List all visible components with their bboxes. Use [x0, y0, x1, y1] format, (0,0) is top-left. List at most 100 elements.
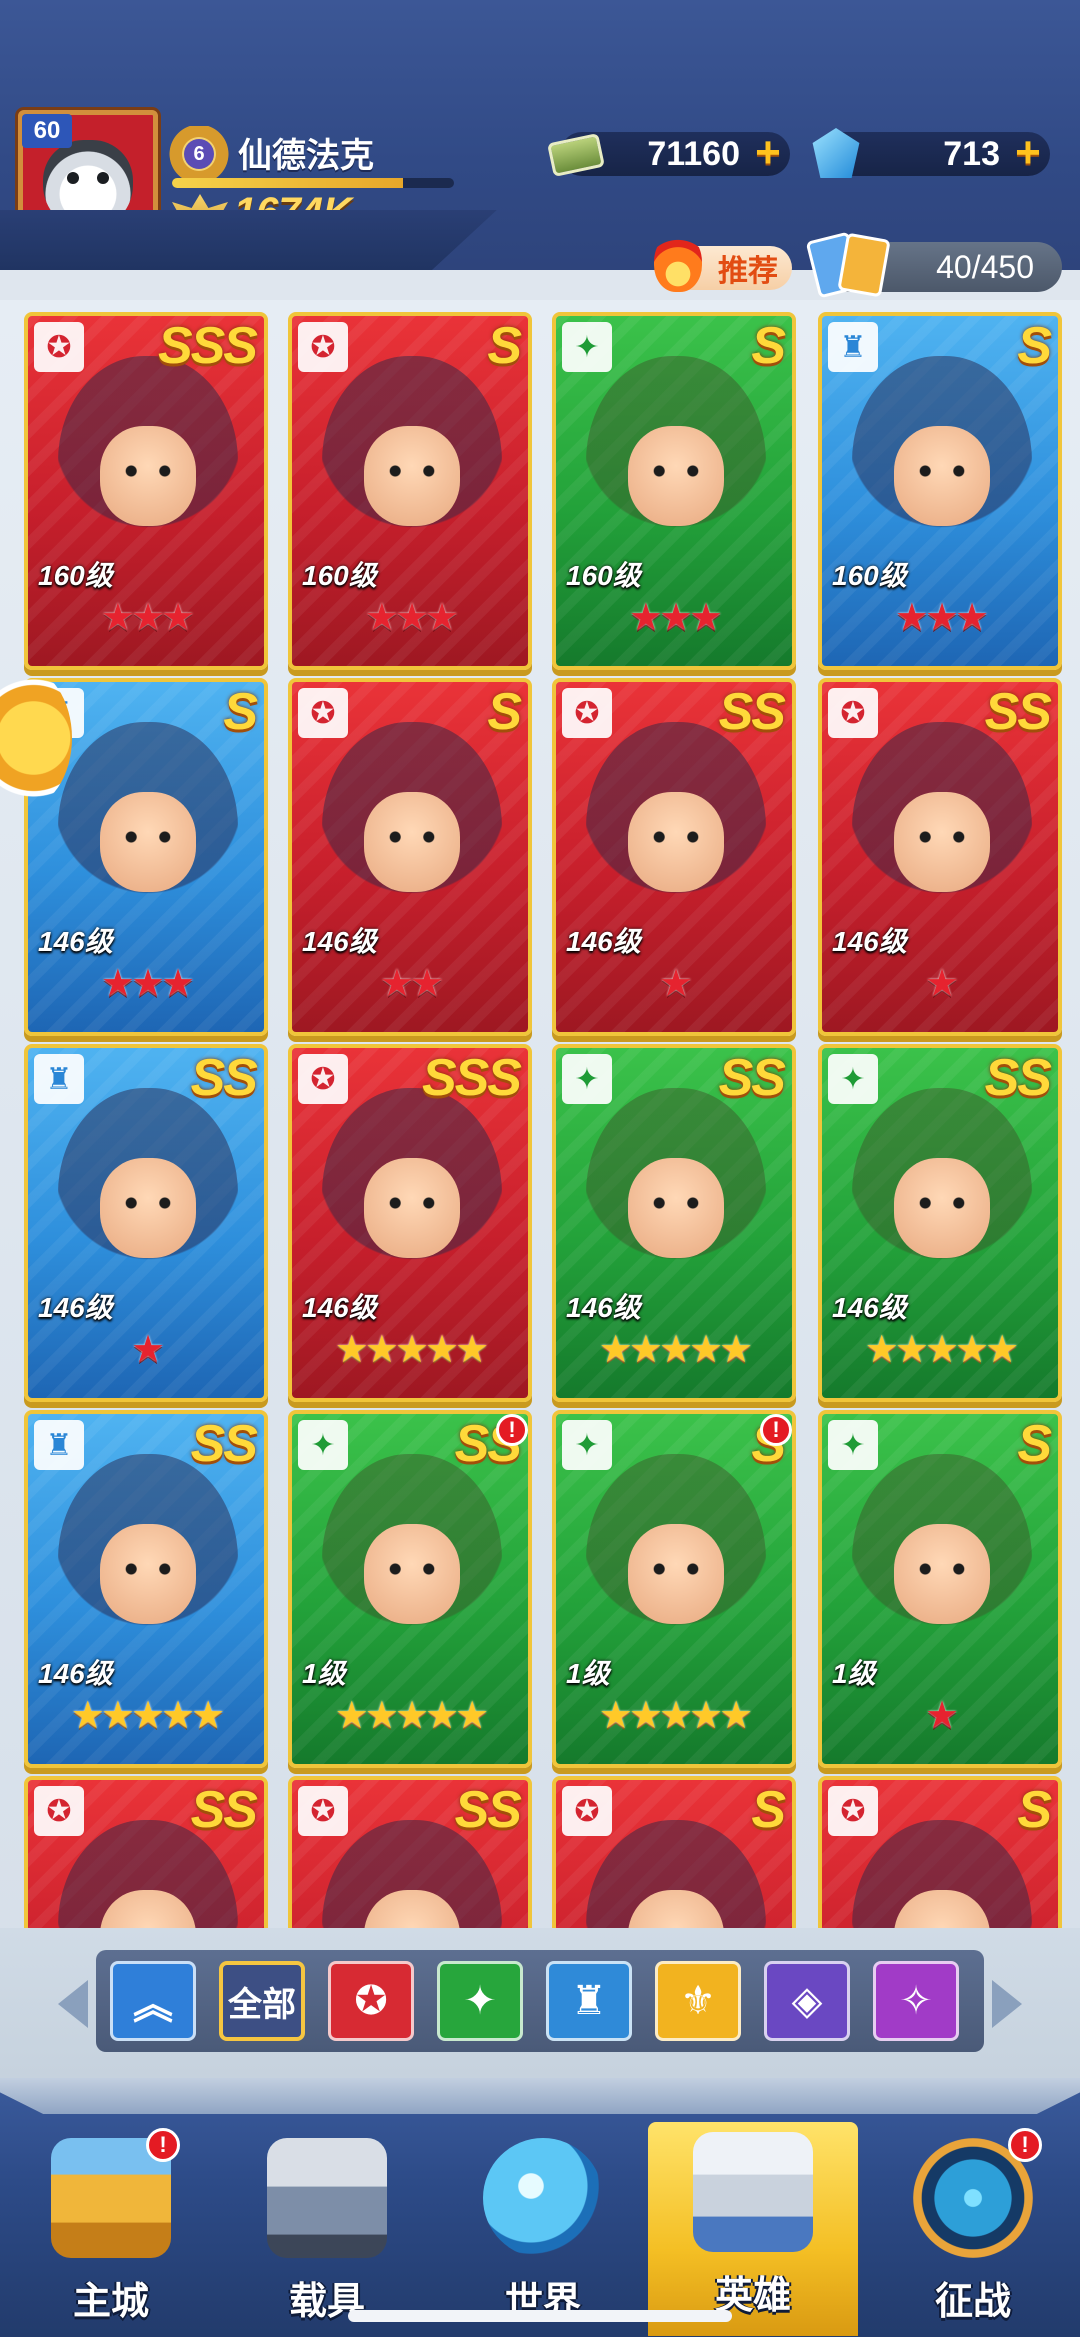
rarity-badge: SS [984, 683, 1052, 741]
star-rating: ★★★★★ [556, 1696, 792, 1736]
star-icon: ★ [425, 1329, 459, 1371]
hero-level: 160级 [566, 560, 641, 591]
hero-card[interactable]: ✪ SS 146级 ★ [552, 678, 796, 1036]
star-icon: ★ [410, 963, 444, 1005]
green-faction-icon: ✦ [298, 1420, 348, 1470]
nav-hero[interactable]: 英雄 [648, 2122, 858, 2336]
hero-level: 160级 [38, 560, 113, 591]
hero-card[interactable]: ✪ S [818, 1776, 1062, 1930]
power-crown-icon [172, 194, 228, 234]
star-icon: ★ [864, 1329, 899, 1371]
xp-progress-fill [172, 178, 404, 188]
hero-card[interactable]: ✦ SS 146级 ★★★★★ [552, 1044, 796, 1402]
star-icon: ★ [70, 1695, 105, 1737]
blue-faction-icon: ♜ [828, 322, 878, 372]
star-icon: ★ [598, 1329, 633, 1371]
star-icon: ★ [191, 1695, 225, 1737]
star-icon: ★ [394, 1695, 429, 1737]
nav-vehicle[interactable]: 载具 [222, 2128, 432, 2328]
star-rating: ★★★★★ [292, 1696, 528, 1736]
bottom-navigation: 主城! 载具 世界 英雄 征战! [0, 2078, 1080, 2337]
rarity-badge: S [1017, 1781, 1052, 1839]
filter-rank-button[interactable]: ︽ [110, 1961, 196, 2041]
gem-amount: 713 [943, 134, 1000, 173]
filter-gold-button[interactable]: ⚜ [655, 1961, 741, 2041]
scroll-left-arrow-icon[interactable] [58, 1980, 88, 2028]
filter-green-button[interactable]: ✦ [437, 1961, 523, 2041]
hero-card[interactable]: ✪ S [552, 1776, 796, 1930]
hero-card[interactable]: ✪ SS [288, 1776, 532, 1930]
red-faction-icon: ✪ [298, 688, 348, 738]
nav-world[interactable]: 世界 [438, 2128, 648, 2328]
star-icon: ★ [130, 597, 165, 639]
hero-level: 146级 [38, 1658, 113, 1689]
cash-icon [547, 132, 605, 178]
star-icon: ★ [598, 1695, 633, 1737]
star-icon: ★ [689, 597, 723, 639]
hero-card[interactable]: ✪ S 146级 ★★ [288, 678, 532, 1036]
add-gem-button[interactable]: + [1010, 131, 1046, 175]
rarity-badge: SS [454, 1781, 522, 1839]
filter-blue-button[interactable]: ♜ [546, 1961, 632, 2041]
hero-card[interactable]: ✪ S 160级 ★★★ [288, 312, 532, 670]
top-header: 60 6 仙德法克 1674K 71160 + 713 + [0, 0, 1080, 270]
hero-card[interactable]: ✪ SS [24, 1776, 268, 1930]
star-icon: ★ [161, 1695, 195, 1737]
hero-level: 146级 [832, 926, 907, 957]
nav-main-city[interactable]: 主城! [6, 2128, 216, 2328]
hero-level: 1级 [566, 1658, 610, 1689]
nav-campaign[interactable]: 征战! [868, 2128, 1078, 2328]
star-icon: ★ [628, 1329, 663, 1371]
hero-level: 146级 [302, 1292, 377, 1323]
avatar-level-badge: 60 [22, 114, 72, 148]
star-icon: ★ [924, 597, 959, 639]
hero-card[interactable]: ✪ SSS 146级 ★★★★★ [288, 1044, 532, 1402]
mech-icon [267, 2138, 387, 2258]
hero-card[interactable]: ♜ SS 146级 ★★★★★ [24, 1410, 268, 1768]
hero-portrait-icon [852, 356, 1032, 576]
recommend-button[interactable]: 推荐 [654, 232, 792, 292]
hero-card[interactable]: ✦ S 1级 ★ [818, 1410, 1062, 1768]
hero-card[interactable]: ✦ SS 1级 ★★★★★! [288, 1410, 532, 1768]
hero-level: 146级 [38, 1292, 113, 1323]
hero-level: 160级 [832, 560, 907, 591]
hero-card[interactable]: ✦S1级★★★★★! [552, 1410, 796, 1768]
filter-all-button[interactable]: 全部 [219, 1961, 305, 2041]
hero-card[interactable]: ✦ SS 146级 ★★★★★ [818, 1044, 1062, 1402]
hero-portrait-icon [322, 356, 502, 576]
filter-track: ︽ 全部 ✪ ✦ ♜ ⚜ ◈ ✧ [96, 1950, 984, 2052]
star-icon: ★ [628, 597, 663, 639]
alert-badge-icon: ! [146, 2128, 180, 2162]
rank-number: 6 [184, 139, 214, 169]
hero-card[interactable]: ✪ SSS 160级 ★★★ [24, 312, 268, 670]
scroll-right-arrow-icon[interactable] [992, 1980, 1022, 2028]
filter-red-button[interactable]: ✪ [328, 1961, 414, 2041]
star-rating: ★★★★★ [556, 1330, 792, 1370]
add-cash-button[interactable]: + [750, 131, 786, 175]
bulldog-avatar-icon [43, 140, 133, 230]
green-faction-icon: ✦ [562, 1054, 612, 1104]
gem-icon [812, 128, 860, 178]
hero-card[interactable]: ✦ S 160级 ★★★ [552, 312, 796, 670]
green-faction-icon: ✦ [463, 1979, 497, 2023]
faction-filter-bar: ︽ 全部 ✪ ✦ ♜ ⚜ ◈ ✧ [0, 1928, 1080, 2078]
hero-portrait-icon [586, 356, 766, 576]
hero-level: 1级 [302, 1658, 346, 1689]
filter-purple-button[interactable]: ◈ [764, 1961, 850, 2041]
star-icon: ★ [658, 963, 693, 1005]
hero-icon [693, 2132, 813, 2252]
purple-faction-icon: ◈ [791, 1979, 823, 2023]
star-icon: ★ [658, 1695, 693, 1737]
star-rating: ★★★ [556, 598, 792, 638]
hero-portrait-icon [58, 722, 238, 942]
filter-magenta-button[interactable]: ✧ [873, 1961, 959, 2041]
hero-card[interactable]: ✪ SS 146级 ★ [818, 678, 1062, 1036]
hero-card[interactable]: ♜ S 160级 ★★★ [818, 312, 1062, 670]
hero-capacity[interactable]: 40/450 [805, 231, 1062, 299]
hero-portrait-icon [58, 1454, 238, 1674]
star-rating: ★★★ [28, 598, 264, 638]
red-faction-icon: ✪ [34, 1786, 84, 1836]
hero-card[interactable]: ♜ SS 146级 ★ [24, 1044, 268, 1402]
star-icon: ★ [658, 1329, 693, 1371]
star-rating: ★★★★★ [822, 1330, 1058, 1370]
